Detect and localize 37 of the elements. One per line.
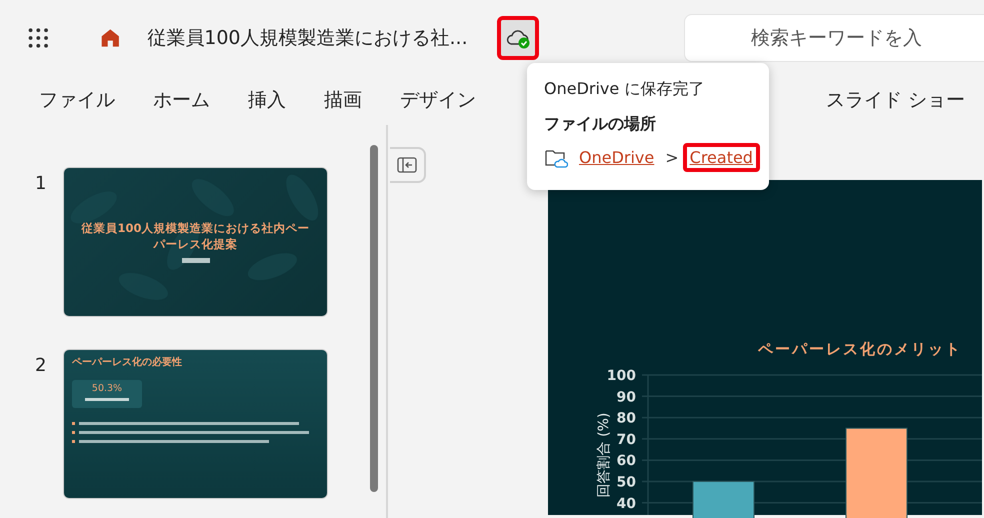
- app-launcher-icon[interactable]: [28, 26, 49, 50]
- save-status-button[interactable]: [496, 16, 540, 60]
- axis-tick-label: 40: [616, 496, 636, 512]
- axis-tick-label: 70: [616, 432, 636, 448]
- ribbon-tab[interactable]: デザイン: [381, 87, 495, 113]
- stat-value: 50.3%: [92, 382, 122, 394]
- axis-tick-label: 90: [616, 389, 636, 406]
- caption-text-drawing: [85, 398, 129, 400]
- breadcrumb-link[interactable]: Created: [682, 143, 760, 172]
- ribbon-tab[interactable]: 挿入: [229, 87, 305, 113]
- axis-tick-label: 100: [606, 368, 636, 384]
- chart-title: ペーパーレス化のメリット: [758, 340, 962, 358]
- slide-thumbnail[interactable]: 従業員100人規模製造業における社内ペーパーレス化提案: [63, 167, 328, 317]
- ribbon-tab[interactable]: ホーム: [134, 87, 229, 113]
- axis-tick-label: 60: [616, 453, 636, 470]
- search-field[interactable]: 検索キーワードを入: [684, 14, 984, 62]
- chart-bar: [692, 481, 754, 518]
- ribbon-tab[interactable]: スライド ショー: [806, 87, 984, 113]
- axis-tick-label: 80: [616, 410, 636, 427]
- section-heading: ファイルの場所: [544, 114, 657, 135]
- breadcrumb-separator: >: [665, 148, 679, 167]
- ribbon-tab[interactable]: ファイル: [20, 87, 134, 113]
- axis-title: 回答割合 (%): [596, 412, 612, 498]
- collapse-panel-icon: [397, 157, 417, 173]
- collapse-panel-button[interactable]: [390, 147, 426, 183]
- slide-thumbnail[interactable]: ペーパーレス化の必要性 50.3%: [63, 349, 328, 499]
- save-status-message: OneDrive に保存完了: [544, 79, 706, 100]
- axis-tick-label: 50: [616, 474, 636, 490]
- breadcrumb-link[interactable]: OneDrive: [572, 143, 662, 172]
- scrollbar[interactable]: [370, 145, 378, 492]
- slide-title: ペーパーレス化の必要性: [72, 356, 183, 370]
- slide-number: 1: [35, 172, 48, 196]
- slide-number: 2: [35, 354, 48, 378]
- subtitle-text-drawing: [182, 258, 210, 264]
- document-title: 従業員100人規模製造業における社...: [147, 26, 468, 50]
- slide-title: 従業員100人規模製造業における社内ペーパーレス化提案: [80, 220, 310, 252]
- ribbon-tab[interactable]: 描画: [305, 87, 381, 113]
